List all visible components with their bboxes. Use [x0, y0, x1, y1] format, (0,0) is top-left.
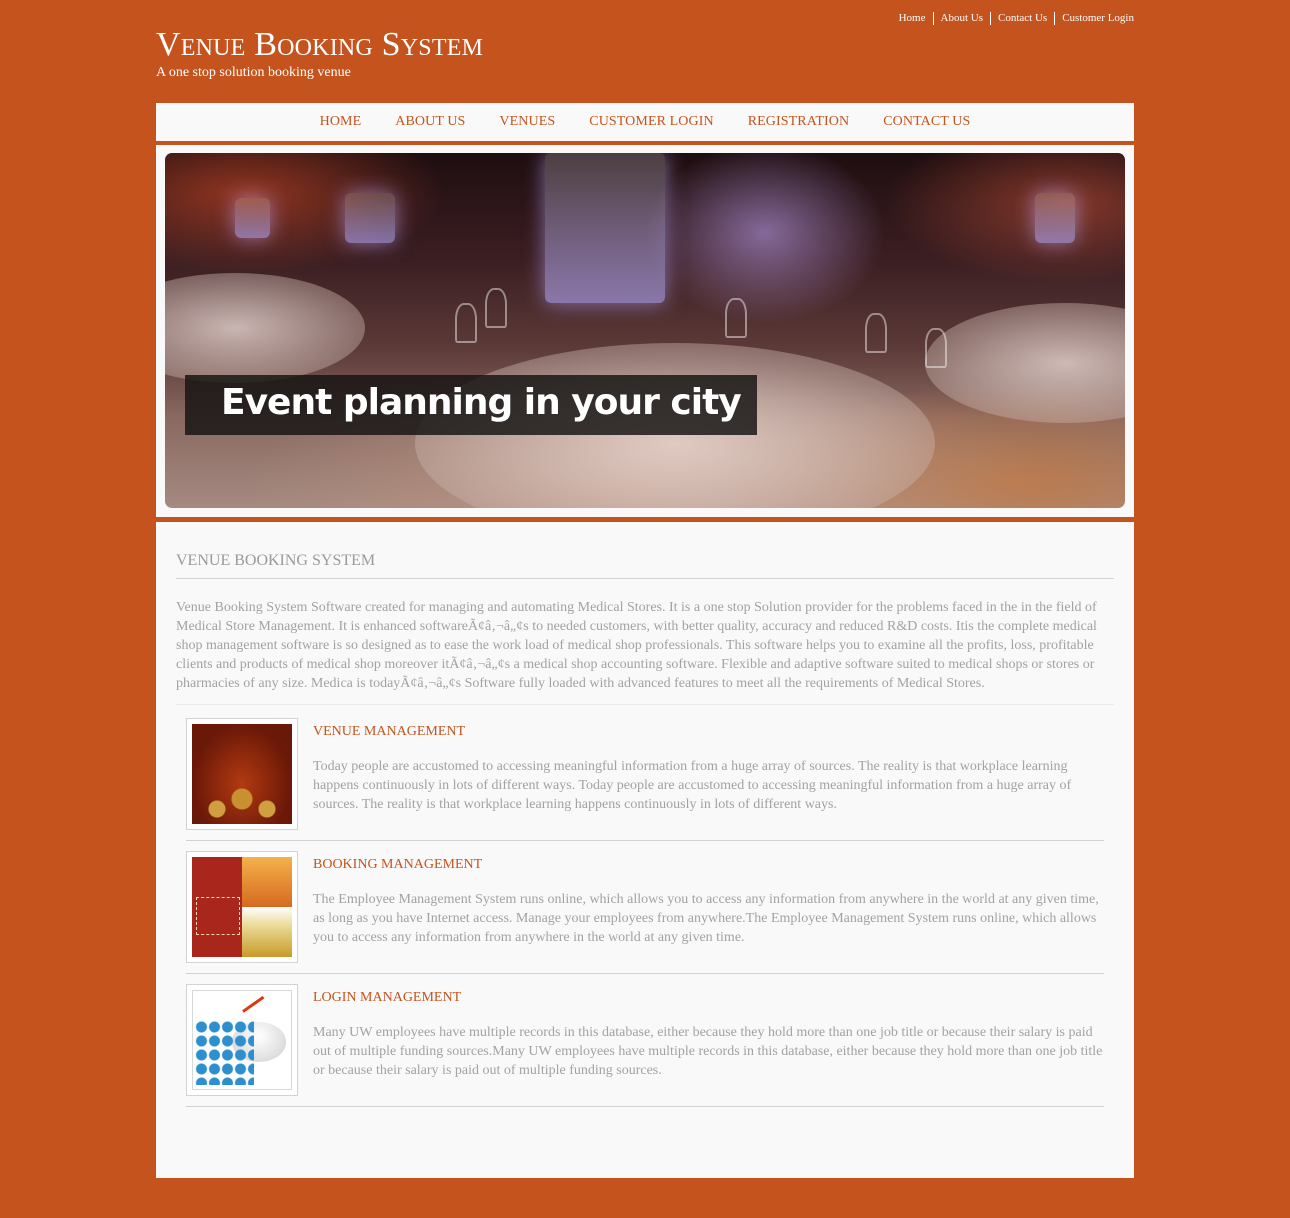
table-shape	[925, 303, 1125, 423]
banner-caption: Event planning in your city	[221, 382, 742, 423]
feature-description: Many UW employees have multiple records …	[313, 1025, 1103, 1078]
site-logo-title[interactable]: Venue Booking System	[156, 26, 483, 64]
collage-photos	[242, 857, 292, 957]
main-nav: HOME ABOUT US VENUES CUSTOMER LOGIN REGI…	[156, 103, 1134, 143]
feature-booking-management: BOOKING MANAGEMENT The Employee Manageme…	[186, 851, 1104, 974]
feature-venue-management: VENUE MANAGEMENT Today people are accust…	[186, 718, 1104, 841]
banner-image: Event planning in your city	[165, 153, 1125, 508]
feature-thumbnail[interactable]	[186, 718, 298, 830]
centerpiece-light	[1035, 193, 1075, 243]
main-content: VENUE BOOKING SYSTEM Venue Booking Syste…	[156, 522, 1134, 1178]
banner-caption-box: Event planning in your city	[185, 375, 757, 435]
glass-shape	[725, 298, 747, 338]
feature-description: The Employee Management System runs onli…	[313, 892, 1099, 945]
site-tagline: A one stop solution booking venue	[156, 65, 351, 80]
people-group-icon	[194, 1020, 254, 1086]
glass-shape	[925, 328, 947, 368]
feature-login-management: LOGIN MANAGEMENT Many UW employees have …	[186, 984, 1104, 1107]
nav-item-venues[interactable]: VENUES	[482, 114, 572, 130]
top-link-home[interactable]: Home	[892, 12, 933, 25]
nav-item-contact-us[interactable]: CONTACT US	[866, 114, 987, 130]
venue-hall-image	[192, 724, 292, 824]
collage-poster	[192, 857, 242, 957]
feature-title[interactable]: BOOKING MANAGEMENT	[313, 857, 482, 873]
feature-title[interactable]: VENUE MANAGEMENT	[313, 724, 465, 740]
feature-thumbnail[interactable]	[186, 851, 298, 963]
nav-item-about-us[interactable]: ABOUT US	[378, 114, 482, 130]
team-leader-illustration	[192, 990, 292, 1090]
top-link-customer-login[interactable]: Customer Login	[1054, 12, 1134, 25]
glass-shape	[455, 303, 477, 343]
centerpiece-light	[235, 198, 270, 238]
glass-shape	[485, 288, 507, 328]
venue-booking-collage-image	[192, 857, 292, 957]
nav-item-home[interactable]: HOME	[303, 114, 379, 130]
banner-container: Event planning in your city	[156, 145, 1134, 517]
feature-thumbnail[interactable]	[186, 984, 298, 1096]
top-links: Home About Us Contact Us Customer Login	[892, 12, 1134, 25]
top-link-contact-us[interactable]: Contact Us	[989, 12, 1054, 25]
intro-paragraph: Venue Booking System Software created fo…	[176, 600, 1097, 691]
nav-item-registration[interactable]: REGISTRATION	[731, 114, 867, 130]
glass-shape	[865, 313, 887, 353]
section-title: VENUE BOOKING SYSTEM	[176, 552, 376, 569]
top-link-about-us[interactable]: About Us	[932, 12, 990, 25]
centerpiece-light	[545, 153, 665, 303]
divider	[176, 704, 1114, 705]
table-shape	[165, 273, 365, 383]
nav-item-customer-login[interactable]: CUSTOMER LOGIN	[572, 114, 730, 130]
feature-description: Today people are accustomed to accessing…	[313, 759, 1072, 812]
feature-title[interactable]: LOGIN MANAGEMENT	[313, 990, 461, 1006]
collage-temple-photo	[242, 907, 292, 957]
centerpiece-light	[345, 193, 395, 243]
collage-hall-photo	[242, 857, 292, 907]
divider	[176, 578, 1114, 579]
